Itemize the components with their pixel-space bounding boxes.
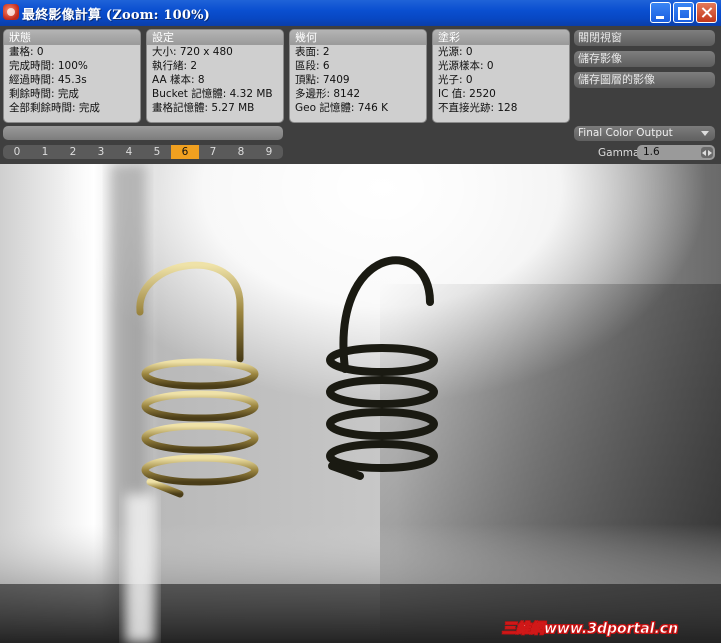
window-title: 最終影像計算 (Zoom: 100%) — [22, 8, 211, 23]
buffer-button[interactable]: 5 — [143, 145, 171, 159]
buffer-selector: 0 1 2 3 4 5 6 7 8 9 — [3, 145, 283, 159]
status-panel: 狀態 畫格: 0 完成時間: 100% 經過時間: 45.3s 剩餘時間: 完成… — [3, 29, 141, 123]
geometry-panel: 幾何 表面: 2 區段: 6 頂點: 7409 多邊形: 8142 Geo 記憶… — [289, 29, 427, 123]
shading-row: IC 值: 2520 — [438, 88, 496, 100]
buffer-button[interactable]: 9 — [255, 145, 283, 159]
settings-row: Bucket 記憶體: 4.32 MB — [152, 88, 273, 100]
geometry-row: 區段: 6 — [295, 60, 330, 72]
settings-row: 大小: 720 x 480 — [152, 46, 233, 58]
save-layered-image-button[interactable]: 儲存圖層的影像 — [574, 72, 715, 88]
panel-header: 塗彩 — [433, 30, 569, 45]
panel-header: 設定 — [147, 30, 283, 45]
gamma-label: Gamma — [598, 147, 640, 159]
settings-panel: 設定 大小: 720 x 480 執行緒: 2 AA 樣本: 8 Bucket … — [146, 29, 284, 123]
buffer-button[interactable]: 4 — [115, 145, 143, 159]
buffer-button[interactable]: 1 — [31, 145, 59, 159]
buffer-button[interactable]: 2 — [59, 145, 87, 159]
close-icon[interactable] — [696, 2, 717, 23]
status-row: 全部剩餘時間: 完成 — [9, 102, 100, 114]
status-row: 完成時間: 100% — [9, 60, 88, 72]
buffer-button[interactable]: 3 — [87, 145, 115, 159]
panel-header: 狀態 — [4, 30, 140, 45]
geometry-row: Geo 記憶體: 746 K — [295, 102, 388, 114]
watermark: 三維網www.3dportal.cn — [502, 621, 679, 638]
settings-row: 畫格記憶體: 5.27 MB — [152, 102, 255, 114]
window-titlebar[interactable]: 最終影像計算 (Zoom: 100%) — [0, 0, 721, 26]
shading-row: 光源: 0 — [438, 46, 473, 58]
info-panel-area: 狀態 畫格: 0 完成時間: 100% 經過時間: 45.3s 剩餘時間: 完成… — [0, 26, 721, 164]
buffer-button[interactable]: 7 — [199, 145, 227, 159]
status-row: 畫格: 0 — [9, 46, 44, 58]
buffer-button[interactable]: 8 — [227, 145, 255, 159]
buffer-button[interactable]: 0 — [3, 145, 31, 159]
gamma-value: 1.6 — [643, 146, 660, 158]
geometry-row: 表面: 2 — [295, 46, 330, 58]
render-viewport — [0, 164, 721, 643]
shading-row: 光子: 0 — [438, 74, 473, 86]
save-image-button[interactable]: 儲存影像 — [574, 51, 715, 67]
close-window-button[interactable]: 關閉視窗 — [574, 30, 715, 46]
rendered-image — [0, 164, 721, 643]
gamma-input[interactable]: 1.6 — [637, 145, 715, 160]
status-row: 經過時間: 45.3s — [9, 74, 87, 86]
shading-panel: 塗彩 光源: 0 光源樣本: 0 光子: 0 IC 值: 2520 不直接光跡:… — [432, 29, 570, 123]
output-select[interactable]: Final Color Output — [574, 126, 715, 141]
status-row: 剩餘時間: 完成 — [9, 88, 79, 100]
buffer-button-active[interactable]: 6 — [171, 145, 199, 159]
geometry-row: 頂點: 7409 — [295, 74, 350, 86]
stepper-icon[interactable] — [701, 147, 713, 158]
chevron-down-icon — [701, 131, 709, 136]
maximize-icon[interactable] — [673, 2, 694, 23]
output-select-value: Final Color Output — [578, 127, 673, 139]
minimize-icon[interactable] — [650, 2, 671, 23]
settings-row: 執行緒: 2 — [152, 60, 198, 72]
shading-row: 光源樣本: 0 — [438, 60, 494, 72]
app-icon[interactable] — [3, 4, 19, 20]
settings-row: AA 樣本: 8 — [152, 74, 205, 86]
geometry-row: 多邊形: 8142 — [295, 88, 361, 100]
panel-header: 幾何 — [290, 30, 426, 45]
render-progress-bar — [3, 126, 283, 140]
shading-row: 不直接光跡: 128 — [438, 102, 518, 114]
